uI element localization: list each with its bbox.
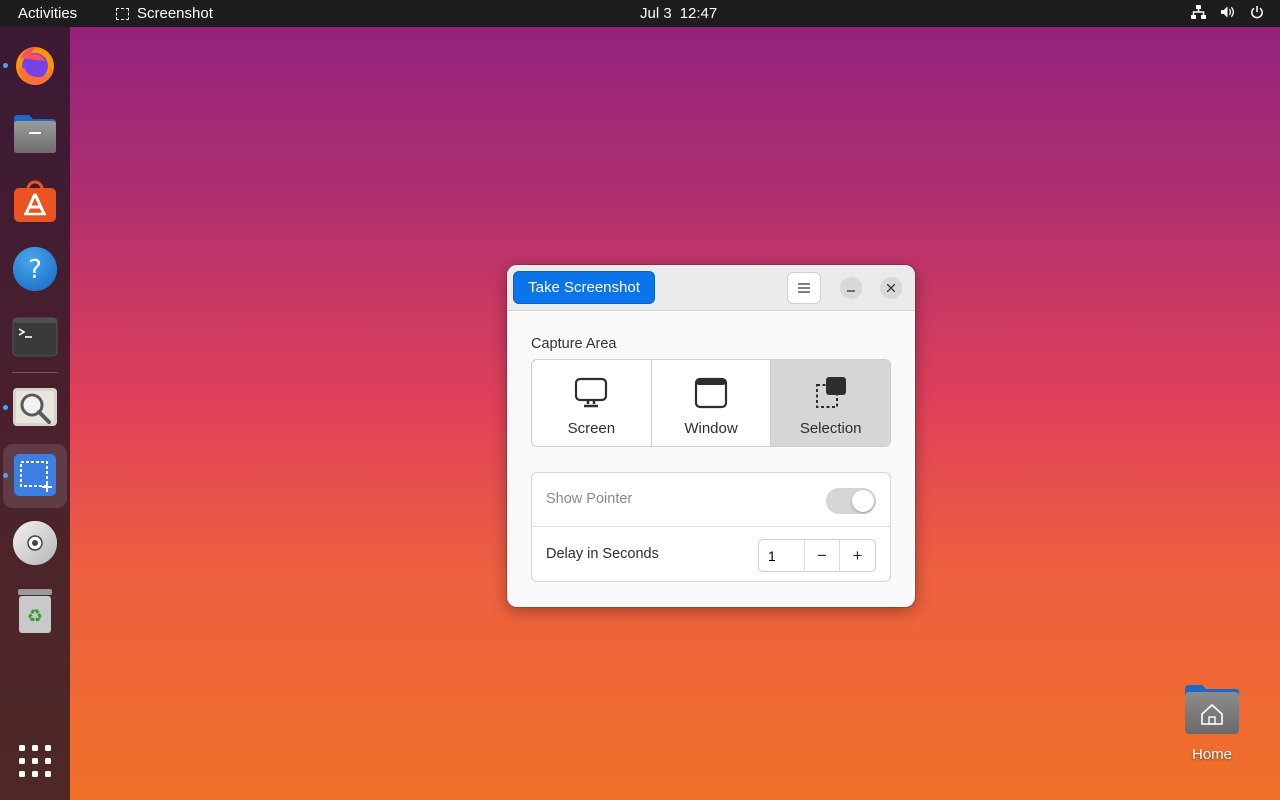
help-icon: ?	[13, 247, 57, 291]
dock: ? ♻	[0, 27, 70, 800]
dock-item-help[interactable]: ?	[10, 244, 60, 294]
monitor-icon	[575, 377, 608, 408]
dock-separator	[12, 372, 58, 373]
terminal-icon	[12, 317, 58, 357]
home-folder-label: Home	[1191, 746, 1232, 763]
screenshot-app-icon	[116, 7, 129, 20]
delay-increment-button[interactable]: +	[840, 540, 875, 571]
delay-decrement-button[interactable]: −	[805, 540, 840, 571]
capture-option-selection[interactable]: Selection	[771, 360, 890, 446]
firefox-icon	[16, 46, 54, 85]
files-icon	[14, 115, 56, 153]
dock-item-image-viewer[interactable]	[10, 382, 60, 432]
capture-option-window-label: Window	[684, 420, 738, 437]
close-button[interactable]	[880, 277, 902, 299]
close-icon	[887, 284, 895, 292]
delay-spinbutton: 1 − +	[758, 539, 876, 572]
show-pointer-toggle[interactable]	[826, 488, 876, 514]
capture-area-selector: Screen Window Selection	[531, 359, 891, 447]
dock-item-trash[interactable]: ♻	[10, 586, 60, 636]
dock-item-show-apps[interactable]	[10, 736, 60, 786]
minimize-button[interactable]	[840, 277, 862, 299]
delay-label: Delay in Seconds	[546, 546, 659, 562]
running-indicator	[3, 405, 8, 410]
clock[interactable]: Jul 3 12:47	[640, 5, 717, 22]
window-icon	[694, 377, 728, 409]
dock-item-screenshot[interactable]	[10, 450, 60, 500]
dialog-header-bar: Take Screenshot	[507, 265, 915, 311]
volume-icon[interactable]	[1220, 4, 1235, 20]
home-folder-icon	[1185, 685, 1239, 734]
system-tray[interactable]	[1191, 4, 1264, 20]
delay-row: Delay in Seconds 1 − +	[532, 528, 890, 582]
preferences-list: Show Pointer Delay in Seconds 1 − +	[531, 472, 891, 582]
main-menu-button[interactable]	[787, 272, 821, 304]
svg-text:?: ?	[28, 255, 42, 285]
activities-button[interactable]: Activities	[18, 5, 77, 22]
delay-value-input[interactable]: 1	[759, 540, 805, 571]
screenshot-dialog: Take Screenshot Capture Area Screen Wind…	[507, 265, 915, 607]
capture-area-heading: Capture Area	[531, 336, 617, 352]
dock-item-app-center[interactable]	[10, 176, 60, 226]
show-pointer-label: Show Pointer	[546, 491, 633, 507]
dock-item-firefox[interactable]	[10, 40, 60, 90]
image-viewer-icon	[13, 388, 57, 426]
running-indicator	[3, 63, 8, 68]
clock-time: 12:47	[679, 5, 718, 22]
trash-icon: ♻	[18, 589, 52, 633]
svg-text:♻: ♻	[27, 606, 43, 627]
toggle-knob	[852, 490, 874, 512]
show-apps-grid-icon	[19, 745, 51, 777]
disc-icon	[13, 521, 57, 565]
app-center-icon	[14, 180, 56, 222]
dock-item-terminal[interactable]	[10, 312, 60, 362]
dock-item-files[interactable]	[10, 108, 60, 158]
capture-option-selection-label: Selection	[799, 420, 862, 437]
dock-item-disc[interactable]	[10, 518, 60, 568]
take-screenshot-button[interactable]: Take Screenshot	[513, 271, 655, 304]
minimize-icon	[847, 290, 855, 292]
clock-date: Jul 3	[640, 5, 672, 22]
capture-option-screen-label: Screen	[567, 420, 616, 437]
selection-icon	[815, 377, 846, 408]
app-name-label: Screenshot	[137, 5, 213, 22]
desktop-home-folder[interactable]: Home	[1180, 682, 1244, 763]
show-pointer-row: Show Pointer	[532, 473, 890, 527]
network-icon[interactable]	[1191, 4, 1206, 20]
capture-option-window[interactable]: Window	[652, 360, 772, 446]
hamburger-menu-icon	[798, 283, 810, 293]
app-menu[interactable]: Screenshot	[116, 5, 213, 22]
capture-option-screen[interactable]: Screen	[532, 360, 652, 446]
top-bar: Activities Screenshot Jul 3 12:47	[0, 0, 1280, 27]
running-indicator	[3, 473, 8, 478]
screenshot-icon	[14, 454, 56, 496]
power-icon[interactable]	[1249, 4, 1264, 20]
